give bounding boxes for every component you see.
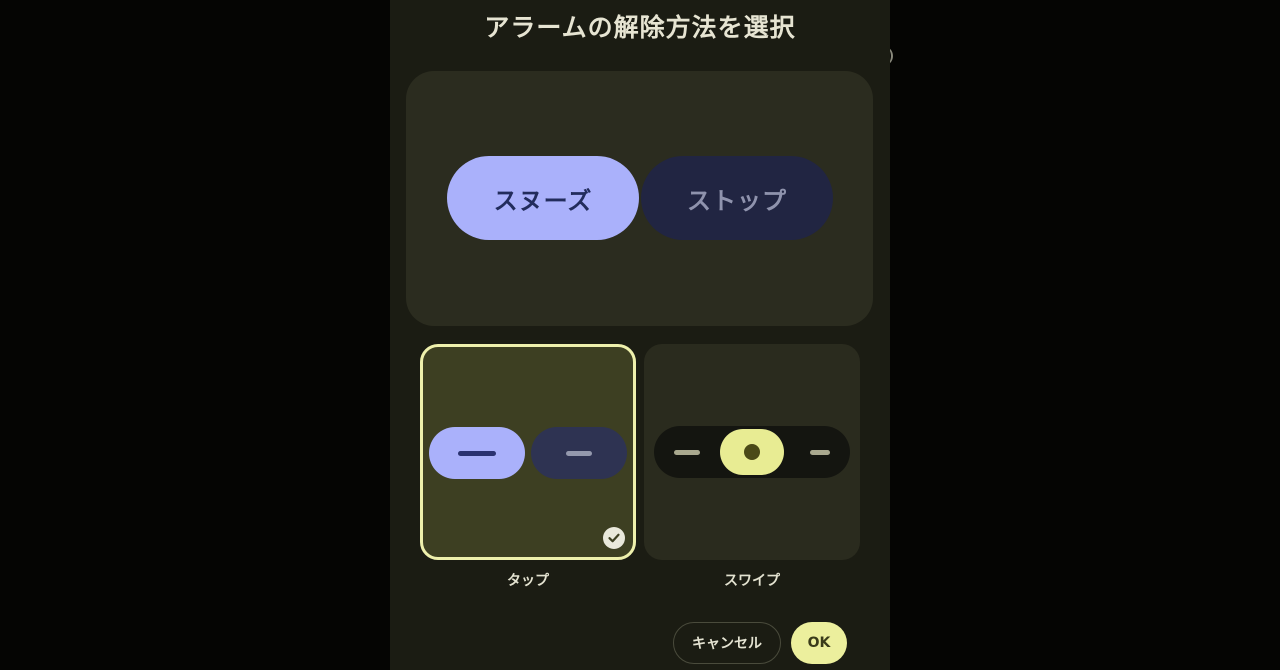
cancel-button[interactable]: キャンセル xyxy=(673,622,781,664)
swipe-track-illustration xyxy=(654,426,850,478)
tap-snooze-pill-illustration xyxy=(429,427,525,479)
option-swipe-label: スワイプ xyxy=(724,573,780,589)
dialog-title: アラームの解除方法を選択 xyxy=(484,13,796,42)
option-tap-label: タップ xyxy=(507,573,549,589)
check-circle-icon xyxy=(603,527,625,549)
preview-stop-label: ストップ xyxy=(687,186,787,215)
dismiss-method-dialog: アラームの解除方法を選択 スヌーズ ストップ タップ スワイプ キャンセル OK xyxy=(390,0,890,670)
tap-stop-pill-illustration xyxy=(531,427,627,479)
preview-stop-button: ストップ xyxy=(641,156,833,240)
swipe-handle-illustration xyxy=(720,429,784,475)
alarm-preview-card: スヌーズ ストップ xyxy=(406,71,873,326)
dot-icon xyxy=(744,444,760,460)
ok-button[interactable]: OK xyxy=(791,622,847,664)
check-icon xyxy=(608,533,620,543)
dash-icon xyxy=(810,450,830,455)
dash-icon xyxy=(566,451,592,456)
preview-snooze-label: スヌーズ xyxy=(493,186,593,215)
preview-snooze-button: スヌーズ xyxy=(447,156,639,240)
option-swipe-card[interactable] xyxy=(644,344,860,560)
screen: アラームの解除方法を選択 スヌーズ ストップ タップ スワイプ キャンセル OK xyxy=(0,0,1280,670)
dash-icon xyxy=(458,451,496,456)
option-tap-card[interactable] xyxy=(420,344,636,560)
dash-icon xyxy=(674,450,700,455)
